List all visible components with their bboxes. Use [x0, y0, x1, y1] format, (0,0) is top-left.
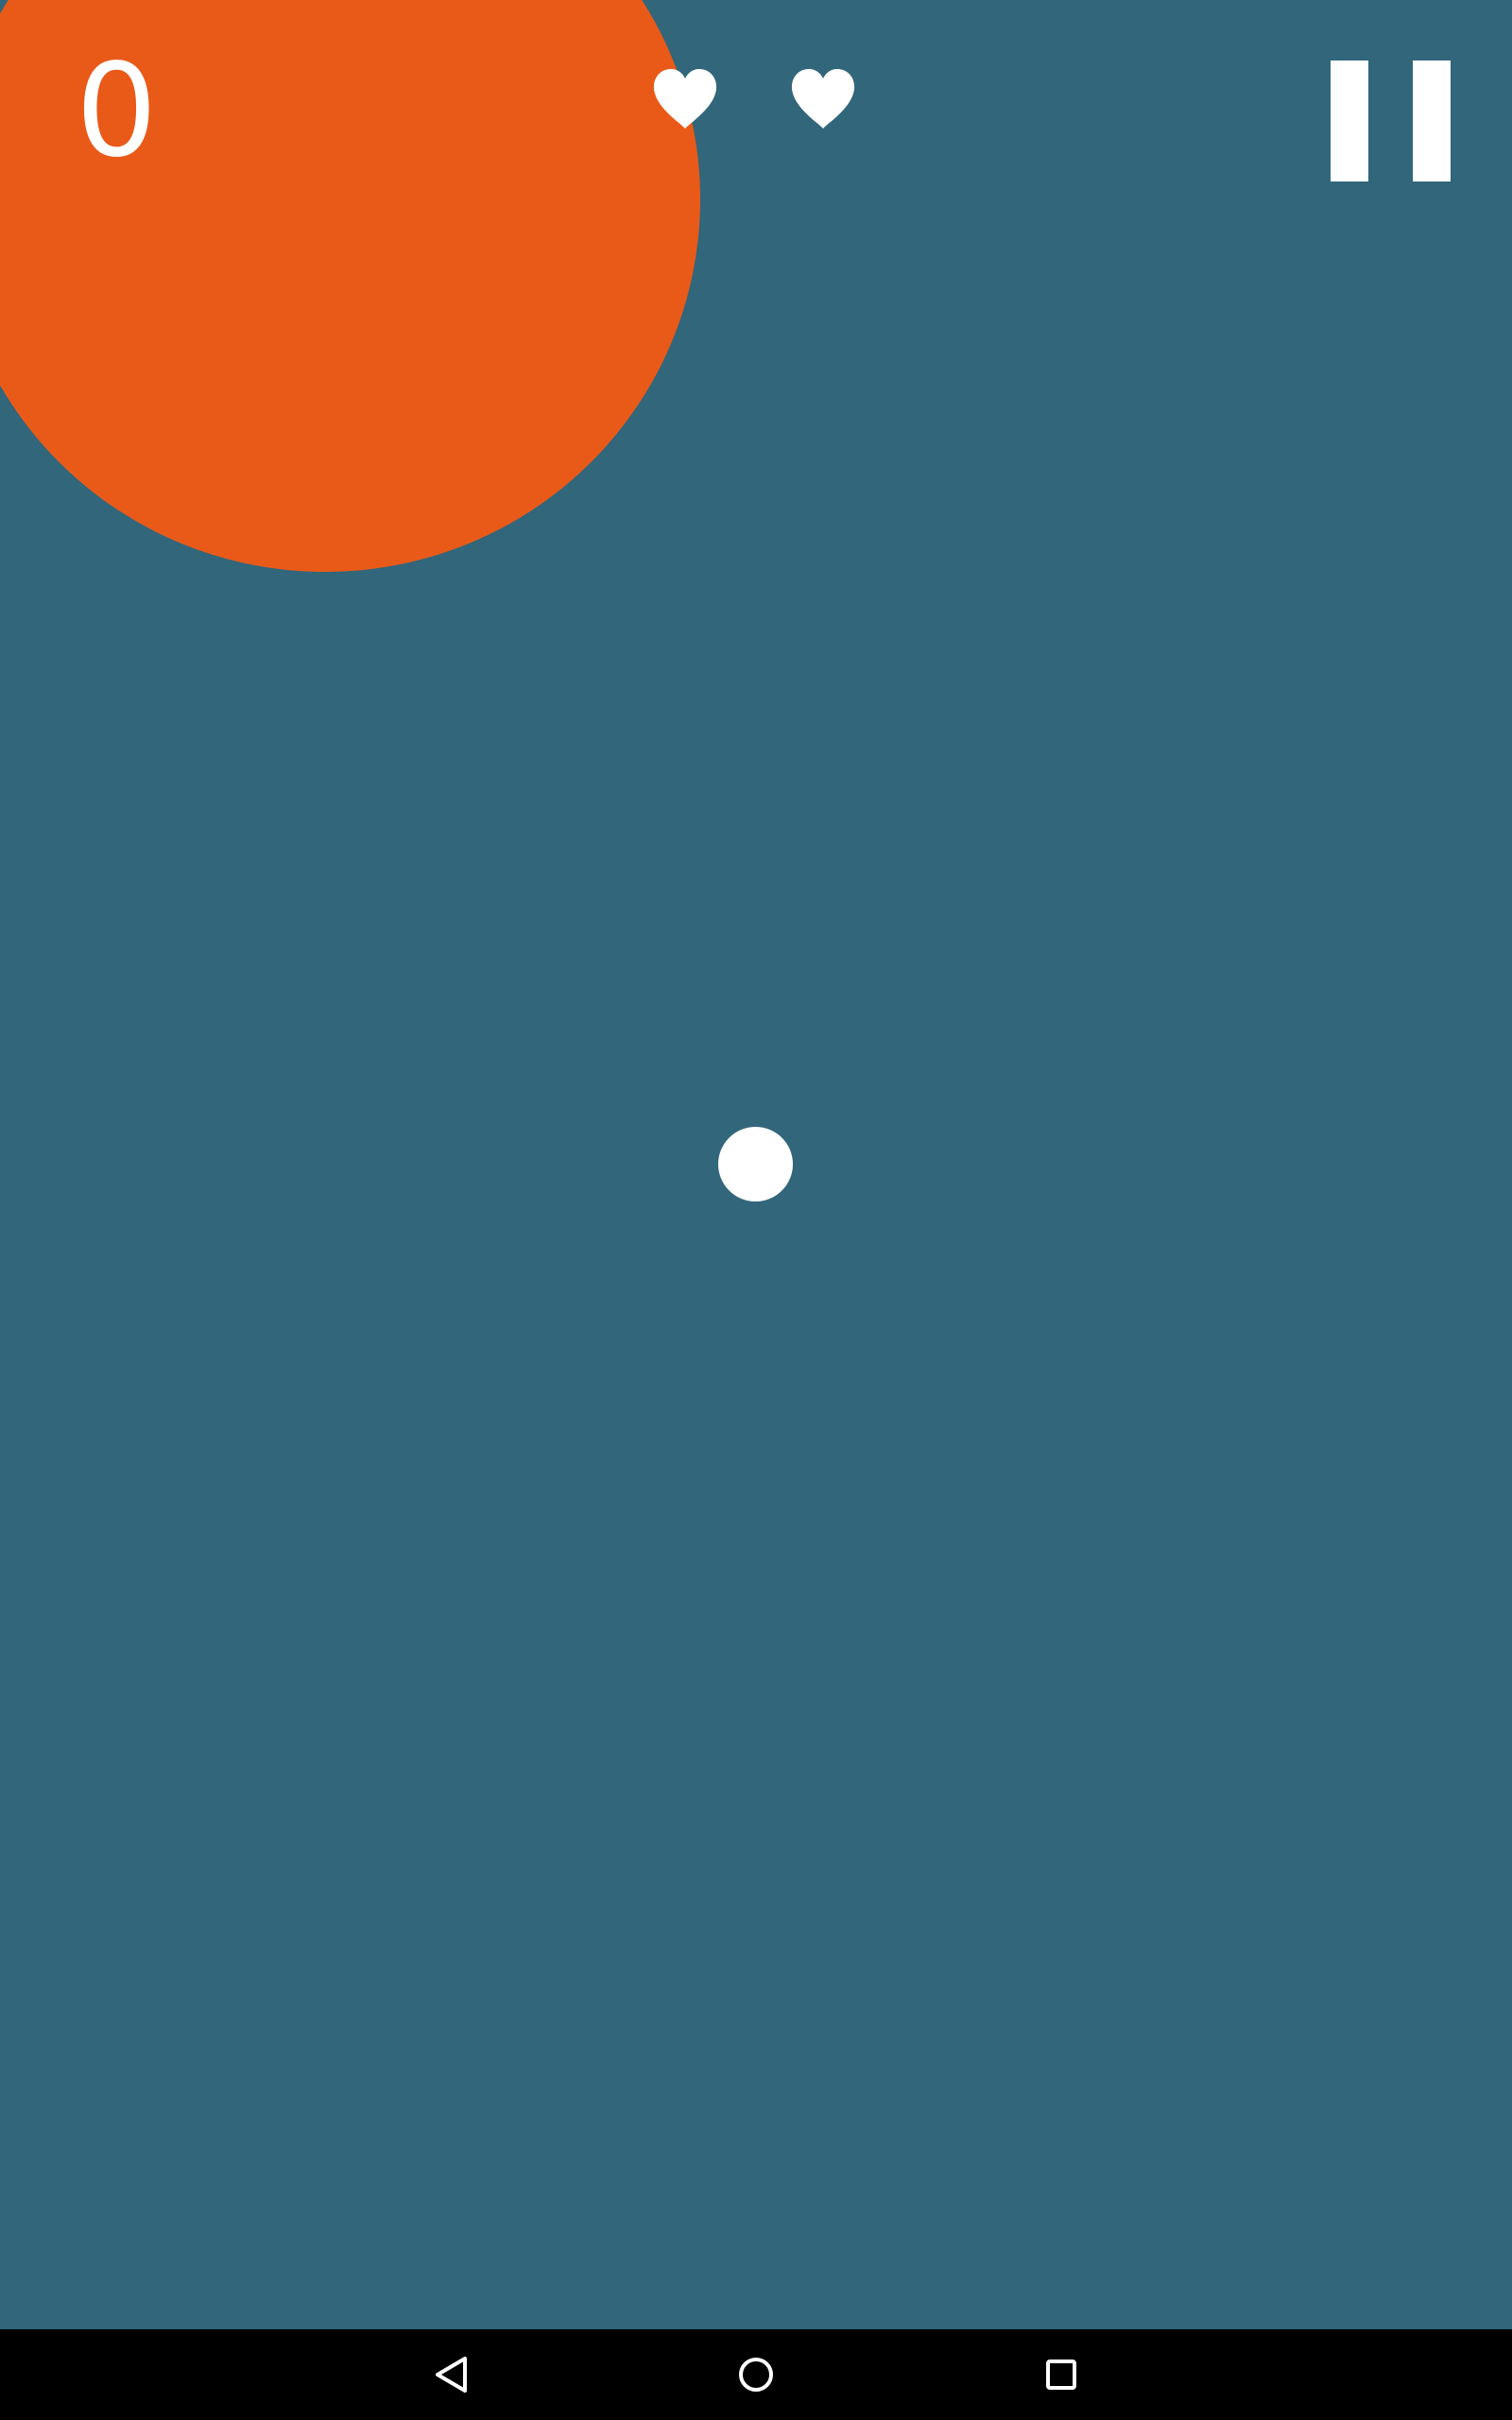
player-ball[interactable]	[718, 1127, 793, 1201]
back-triangle-icon	[436, 2357, 467, 2393]
pause-button[interactable]	[1329, 59, 1452, 182]
recents-square-icon	[1046, 2360, 1076, 2390]
recents-button[interactable]	[1031, 2344, 1091, 2405]
score-counter: 0	[76, 37, 158, 186]
game-screen[interactable]: 0	[0, 0, 1512, 2420]
lives-display	[652, 68, 856, 130]
home-button[interactable]	[726, 2344, 786, 2405]
heart-icon	[653, 69, 717, 129]
playfield[interactable]: 0	[0, 0, 1512, 2329]
system-navigation-bar	[0, 2329, 1512, 2420]
home-circle-icon	[739, 2358, 773, 2392]
heart-icon	[791, 69, 855, 129]
back-button[interactable]	[421, 2344, 481, 2405]
